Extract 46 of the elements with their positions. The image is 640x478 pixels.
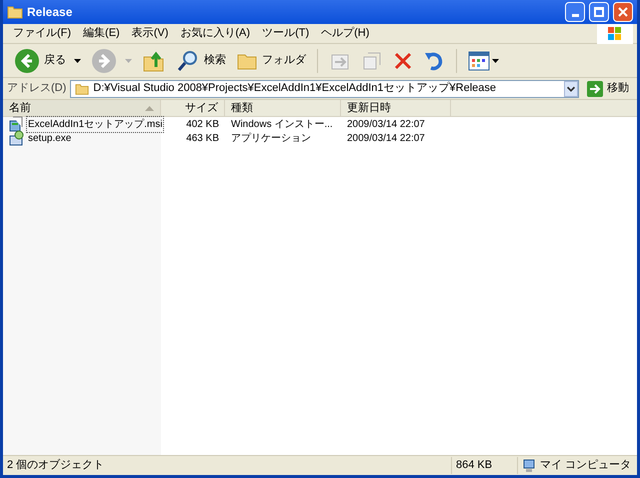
undo-icon [423, 50, 445, 72]
file-size: 463 KB [185, 132, 220, 146]
column-header[interactable]: 更新日時 [341, 100, 451, 116]
menu-item[interactable]: 表示(V) [126, 25, 174, 42]
file-size: 402 KB [185, 118, 220, 132]
windows-flag-icon [597, 24, 633, 44]
setup-program-icon [9, 130, 25, 146]
column-header[interactable]: サイズ [161, 100, 225, 116]
total-size: 864 KB [451, 457, 517, 474]
location-label: マイ コンピュータ [540, 458, 632, 474]
magnifier-icon [176, 48, 200, 72]
menu-item[interactable]: ツール(T) [256, 25, 316, 42]
sort-ascending-icon [145, 106, 154, 110]
file-name[interactable]: ExcelAddIn1セットアップ.msi [27, 116, 164, 132]
views-icon [468, 50, 500, 72]
close-icon [618, 7, 628, 17]
address-field[interactable]: D:¥Visual Studio 2008¥Projects¥ExcelAddIn1¥ExcelAddIn1セットアップ¥Release [70, 80, 579, 98]
minimize-button[interactable] [565, 2, 585, 22]
back-button[interactable]: 戻る [11, 46, 84, 76]
go-arrow-icon [587, 80, 603, 96]
file-type: Windows インストー... [230, 118, 334, 132]
address-label: アドレス(D) [7, 81, 66, 96]
menu-item[interactable]: ヘルプ(H) [315, 25, 376, 42]
menu-item[interactable]: 編集(E) [77, 25, 126, 42]
folder-icon [75, 82, 90, 96]
search-button[interactable]: 検索 [173, 46, 229, 76]
copy-to-folder-icon [361, 50, 383, 72]
delete-icon [393, 50, 413, 70]
modified-date: 2009/03/14 22:07 [346, 132, 426, 146]
modified-date: 2009/03/14 22:07 [346, 118, 426, 132]
folders-button[interactable]: フォルダ [233, 46, 309, 76]
menu-item[interactable]: ファイル(F) [7, 25, 78, 42]
folder-icon [7, 4, 23, 20]
window-title: Release [27, 4, 74, 21]
dropdown-caret-icon [74, 58, 81, 62]
file-name[interactable]: setup.exe [27, 130, 72, 146]
go-button[interactable]: 移動 [583, 80, 633, 97]
dropdown-caret-icon [125, 58, 132, 62]
object-count: 2 個のオブジェクト [6, 458, 106, 474]
column-header[interactable]: 種類 [225, 100, 341, 116]
column-header[interactable]: 名前 [3, 100, 161, 116]
computer-icon [522, 458, 536, 472]
file-type: アプリケーション [230, 132, 312, 146]
menu-item[interactable]: お気に入り(A) [174, 25, 256, 42]
close-button[interactable] [613, 2, 633, 22]
maximize-button[interactable] [589, 2, 609, 22]
